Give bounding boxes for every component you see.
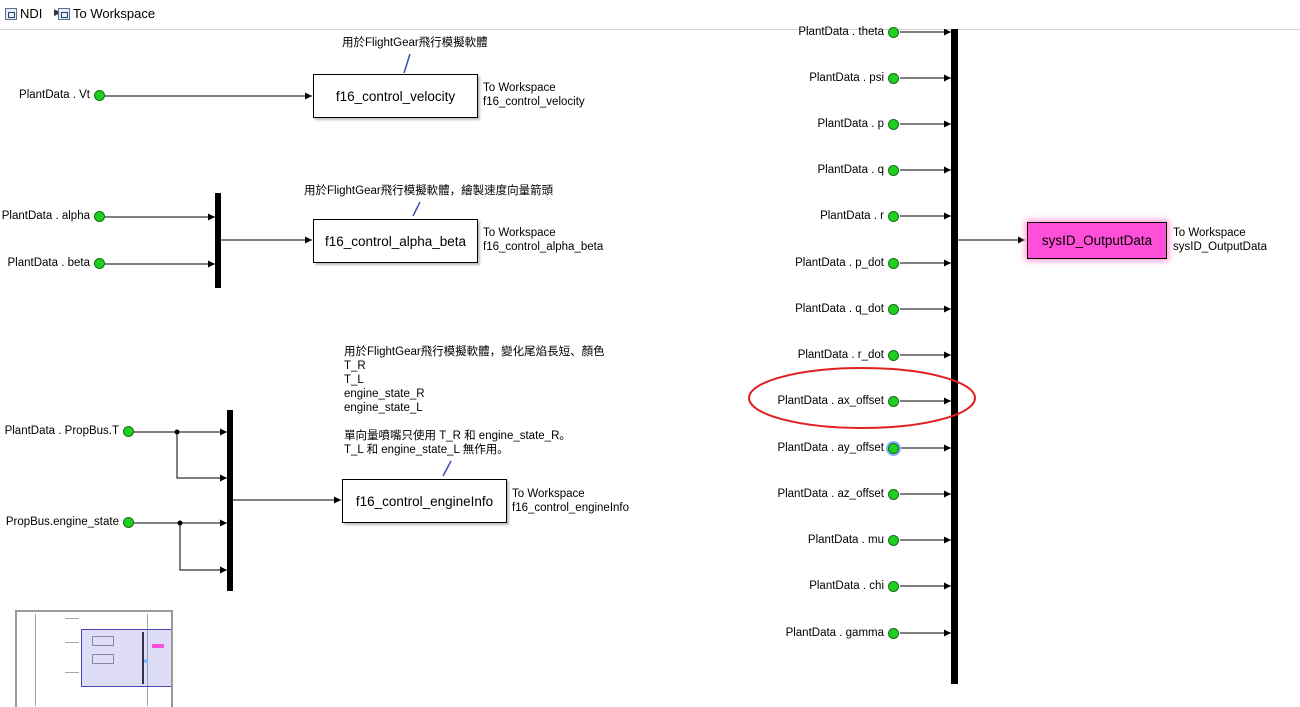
inport-theta[interactable] (888, 27, 899, 38)
inport-ax-offset[interactable] (888, 396, 899, 407)
breadcrumb-bar: NDI ▶ To Workspace (0, 0, 1300, 30)
inport-label-p-dot: PlantData . p_dot (795, 257, 884, 269)
block-caption-engine-var: f16_control_engineInfo (512, 502, 630, 514)
to-workspace-output-block[interactable]: sysID_OutputData (1027, 222, 1167, 259)
inport-engine-state[interactable] (123, 517, 134, 528)
inport-psi[interactable] (888, 73, 899, 84)
inport-q[interactable] (888, 165, 899, 176)
block-caption-alpha-beta-var: f16_control_alpha_beta (483, 241, 604, 253)
block-label-velocity: f16_control_velocity (335, 88, 456, 104)
inport-label-alpha: PlantData . alpha (1, 210, 90, 222)
inport-beta[interactable] (94, 258, 105, 269)
inport-label-theta: PlantData . theta (798, 26, 884, 38)
junction-dot (177, 520, 183, 526)
signal-branch-propbus-t[interactable] (176, 432, 227, 482)
minimap-output (152, 644, 164, 648)
note-leader-engine (442, 460, 452, 477)
inport-label-mu: PlantData . mu (807, 534, 884, 546)
note-engine-line: T_L 和 engine_state_L 無作用。 (344, 444, 509, 456)
inport-alpha[interactable] (94, 211, 105, 222)
block-label-alpha-beta: f16_control_alpha_beta (324, 233, 467, 249)
block-caption-alpha-beta-type: To Workspace (483, 227, 556, 239)
minimap-selection (144, 659, 148, 663)
inport-mu[interactable] (888, 535, 899, 546)
minimap-bus (142, 632, 144, 684)
inport-label-ay-offset: PlantData . ay_offset (777, 442, 884, 454)
inport-label-engine-state: PropBus.engine_state (5, 516, 119, 528)
breadcrumb-item-root[interactable]: NDI (5, 6, 42, 21)
block-label-engine: f16_control_engineInfo (355, 493, 494, 509)
mux-bar-alpha-beta[interactable] (215, 193, 221, 288)
inport-r-dot[interactable] (888, 350, 899, 361)
inport-label-psi: PlantData . psi (809, 72, 884, 84)
inport-label-p: PlantData . p (817, 118, 884, 130)
inport-vt[interactable] (94, 90, 105, 101)
inport-az-offset[interactable] (888, 489, 899, 500)
inport-label-az-offset: PlantData . az_offset (777, 488, 884, 500)
note-engine-line: 單向量噴嘴只使用 T_R 和 engine_state_R。 (344, 430, 571, 442)
mux-bar-engine[interactable] (227, 410, 233, 591)
inport-label-q-dot: PlantData . q_dot (795, 303, 884, 315)
inport-label-ax-offset: PlantData . ax_offset (777, 395, 884, 407)
mux-bar-output[interactable] (951, 29, 958, 684)
note-engine-line (344, 415, 605, 429)
note-leader-velocity (403, 53, 411, 74)
signal-branch-engine-state[interactable] (179, 523, 227, 574)
inport-label-vt: PlantData . Vt (19, 89, 90, 101)
to-workspace-engine-block[interactable]: f16_control_engineInfo (342, 479, 507, 523)
minimap-line (65, 618, 79, 619)
note-alpha-beta: 用於FlightGear飛行模擬軟體，繪製速度向量箭頭 (304, 185, 554, 197)
inport-label-chi: PlantData . chi (809, 580, 884, 592)
inport-label-r: PlantData . r (820, 210, 884, 222)
inport-r[interactable] (888, 211, 899, 222)
inport-label-gamma: PlantData . gamma (785, 627, 884, 639)
inport-p[interactable] (888, 119, 899, 130)
minimap-line (65, 672, 79, 673)
model-overview-minimap[interactable] (15, 610, 173, 707)
minimap-line (65, 642, 79, 643)
note-engine: 用於FlightGear飛行模擬軟體，變化尾焰長短、顏色 T_R T_L eng… (344, 345, 605, 457)
breadcrumb-item-current[interactable]: To Workspace (58, 6, 155, 21)
block-caption-output-var: sysID_OutputData (1173, 241, 1267, 253)
block-caption-velocity-type: To Workspace (483, 82, 556, 94)
inport-gamma[interactable] (888, 628, 899, 639)
to-workspace-velocity-block[interactable]: f16_control_velocity (313, 74, 478, 118)
block-caption-engine-type: To Workspace (512, 488, 585, 500)
inport-q-dot[interactable] (888, 304, 899, 315)
breadcrumb-root-label: NDI (20, 6, 43, 21)
minimap-block (92, 636, 114, 646)
inport-label-q: PlantData . q (817, 164, 884, 176)
minimap-viewport[interactable] (81, 629, 171, 687)
note-velocity: 用於FlightGear飛行模擬軟體 (342, 37, 488, 49)
inport-label-propbus-t: PlantData . PropBus.T (4, 425, 119, 437)
note-engine-line: 用於FlightGear飛行模擬軟體，變化尾焰長短、顏色 (344, 346, 605, 358)
minimap-line (35, 614, 36, 706)
inport-chi[interactable] (888, 581, 899, 592)
note-engine-line: engine_state_L (344, 402, 423, 414)
minimap-block (92, 654, 114, 664)
note-leader-alpha-beta (412, 201, 421, 217)
note-engine-line: engine_state_R (344, 388, 425, 400)
diagram-canvas[interactable] (0, 29, 1300, 707)
block-caption-velocity-var: f16_control_velocity (483, 96, 585, 108)
inport-label-r-dot: PlantData . r_dot (797, 349, 884, 361)
subsystem-icon (58, 7, 70, 20)
junction-dot (174, 429, 180, 435)
block-caption-output-type: To Workspace (1173, 227, 1246, 239)
breadcrumb-current-label: To Workspace (73, 6, 156, 21)
to-workspace-alpha-beta-block[interactable]: f16_control_alpha_beta (313, 219, 478, 263)
note-engine-line: T_L (344, 374, 364, 386)
inport-ay-offset[interactable] (888, 443, 899, 454)
inport-propbus-t[interactable] (123, 426, 134, 437)
inport-label-beta: PlantData . beta (7, 257, 90, 269)
model-icon (5, 7, 17, 20)
block-label-output: sysID_OutputData (1041, 233, 1153, 248)
inport-p-dot[interactable] (888, 258, 899, 269)
note-engine-line: T_R (344, 360, 366, 372)
